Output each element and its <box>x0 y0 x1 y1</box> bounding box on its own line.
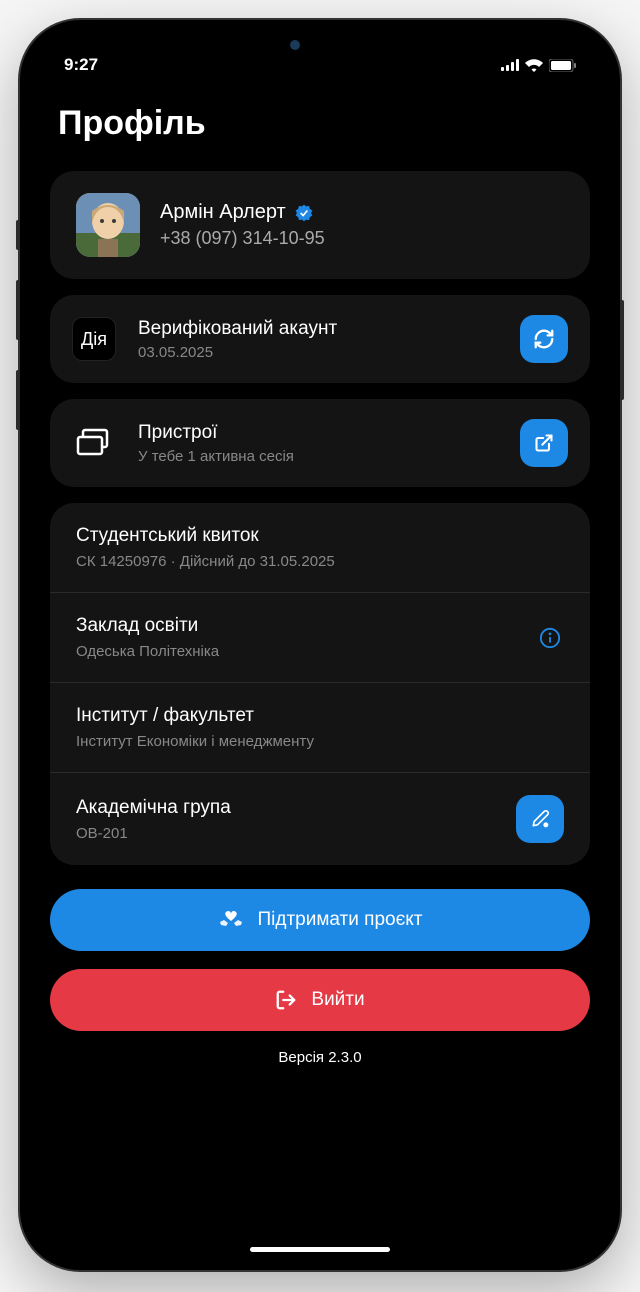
page-title: Профіль <box>50 104 590 143</box>
institution-title: Заклад освіти <box>76 615 520 637</box>
group-value: ОВ-201 <box>76 825 500 842</box>
group-title: Академічна група <box>76 797 500 819</box>
open-devices-button[interactable] <box>520 419 568 467</box>
home-indicator[interactable] <box>250 1247 390 1252</box>
profile-name: Армін Арлерт <box>160 201 564 224</box>
verified-badge-icon <box>294 203 314 223</box>
student-info-card: Студентський квиток СК 14250976 · Дійсни… <box>50 503 590 865</box>
faculty-value: Інститут Економіки і менеджменту <box>76 733 564 750</box>
devices-title: Пристрої <box>138 422 498 444</box>
ticket-info: СК 14250976 · Дійсний до 31.05.2025 <box>76 553 564 570</box>
notch <box>235 30 405 62</box>
version-label: Версія 2.3.0 <box>50 1049 590 1066</box>
refresh-icon <box>533 328 555 350</box>
institution-info-button[interactable] <box>536 624 564 652</box>
hands-heart-icon <box>218 908 244 932</box>
faculty-row: Інститут / факультет Інститут Економіки … <box>50 683 590 773</box>
diia-icon: Дія <box>72 317 116 361</box>
battery-icon <box>549 59 576 72</box>
logout-button[interactable]: Вийти <box>50 969 590 1031</box>
verified-account-row: Дія Верифікований акаунт 03.05.2025 <box>50 295 590 383</box>
cellular-icon <box>501 59 519 71</box>
verified-date: 03.05.2025 <box>138 344 498 361</box>
verified-title: Верифікований акаунт <box>138 318 498 340</box>
devices-icon <box>72 421 116 465</box>
avatar <box>76 193 140 257</box>
institution-row: Заклад освіти Одеська Політехніка <box>50 593 590 683</box>
edit-group-button[interactable] <box>516 795 564 843</box>
support-label: Підтримати проєкт <box>258 909 423 931</box>
ticket-title: Студентський квиток <box>76 525 564 547</box>
institution-value: Одеська Політехніка <box>76 643 520 660</box>
external-link-icon <box>534 433 554 453</box>
refresh-button[interactable] <box>520 315 568 363</box>
status-icons <box>501 59 576 72</box>
profile-card[interactable]: Армін Арлерт +38 (097) 314-10-95 <box>50 171 590 279</box>
devices-subtitle: У тебе 1 активна сесія <box>138 448 498 465</box>
support-button[interactable]: Підтримати проєкт <box>50 889 590 951</box>
status-time: 9:27 <box>64 55 98 75</box>
wifi-icon <box>525 59 543 72</box>
info-icon <box>539 627 561 649</box>
logout-label: Вийти <box>311 989 364 1011</box>
profile-name-text: Армін Арлерт <box>160 201 286 224</box>
faculty-title: Інститут / факультет <box>76 705 564 727</box>
edit-icon <box>530 809 550 829</box>
devices-row: Пристрої У тебе 1 активна сесія <box>50 399 590 487</box>
group-row: Академічна група ОВ-201 <box>50 773 590 865</box>
phone-frame: 9:27 Профіль Армін Арлерт <box>20 20 620 1270</box>
logout-icon <box>275 989 297 1011</box>
profile-phone: +38 (097) 314-10-95 <box>160 228 564 249</box>
student-ticket-row: Студентський квиток СК 14250976 · Дійсни… <box>50 503 590 593</box>
